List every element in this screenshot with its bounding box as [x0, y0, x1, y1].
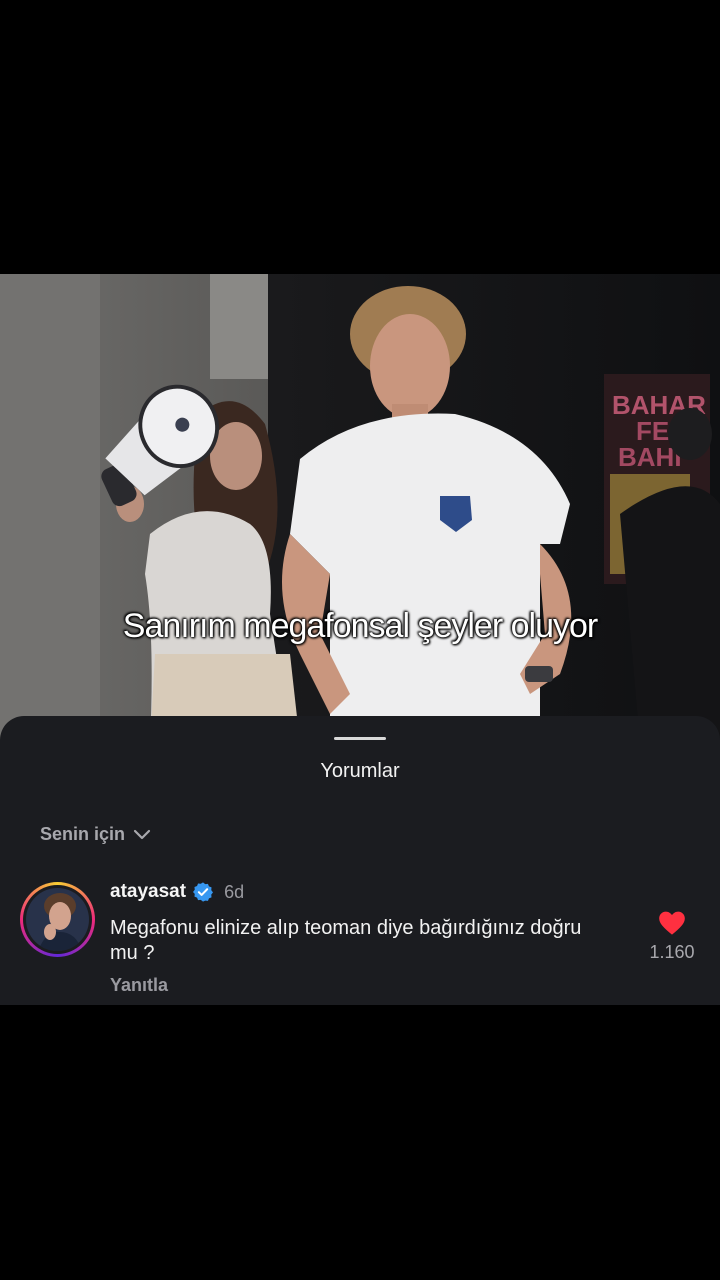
video-frame-image: BAHAR FE BAHI: [0, 274, 720, 744]
comments-sheet: Yorumlar Senin için atayasat 6d Megafonu…: [0, 716, 720, 1005]
filter-label: Senin için: [40, 824, 126, 844]
chevron-down-icon: [133, 829, 151, 841]
verified-badge-icon: [192, 881, 214, 903]
comment-item: atayasat 6d Megafonu elinize alıp teoman…: [0, 874, 720, 1005]
video-caption: Sanırım megafonsal şeyler oluyor: [122, 607, 598, 645]
heart-filled-icon: [640, 910, 704, 936]
sheet-title: Yorumlar: [320, 760, 400, 782]
like-count: 1.160: [649, 942, 695, 962]
comment-timestamp: 6d: [224, 881, 245, 902]
like-button[interactable]: 1.160: [640, 910, 704, 963]
video-player[interactable]: BAHAR FE BAHI: [0, 274, 720, 744]
avatar[interactable]: [20, 882, 95, 957]
comment-filter-dropdown[interactable]: Senin için: [40, 824, 151, 845]
comment-username[interactable]: atayasat: [110, 881, 186, 903]
sheet-drag-handle[interactable]: [334, 737, 386, 740]
comment-text: Megafonu elinize alıp teoman diye bağırd…: [110, 917, 582, 964]
reply-button[interactable]: Yanıtla: [110, 975, 168, 996]
